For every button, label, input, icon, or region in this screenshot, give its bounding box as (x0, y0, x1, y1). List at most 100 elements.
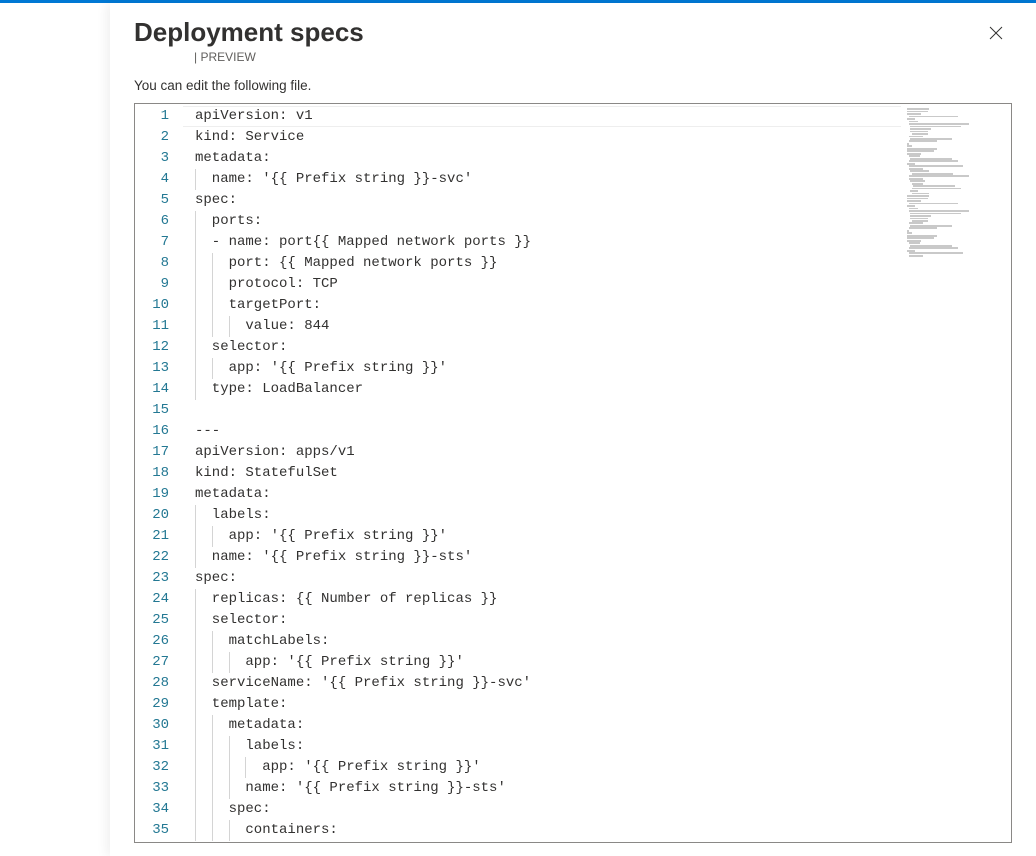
line-number: 9 (135, 274, 183, 295)
indent-guide (212, 778, 213, 799)
code-line[interactable]: port: {{ Mapped network ports }} (195, 253, 901, 274)
code-line[interactable]: protocol: TCP (195, 274, 901, 295)
code-line[interactable]: labels: (195, 505, 901, 526)
line-number: 22 (135, 547, 183, 568)
indent-guide (212, 652, 213, 673)
indent-guide (195, 820, 196, 841)
minimap-line (909, 140, 938, 142)
line-number: 3 (135, 148, 183, 169)
code-line[interactable]: app: '{{ Prefix string }}' (195, 358, 901, 379)
title-block: Deployment specs | PREVIEW (134, 17, 364, 64)
indent-guide (195, 337, 196, 358)
indent-guide (195, 652, 196, 673)
indent-guide (229, 316, 230, 337)
line-number: 2 (135, 127, 183, 148)
code-line[interactable]: type: LoadBalancer (195, 379, 901, 400)
code-line[interactable]: kind: Service (195, 127, 901, 148)
code-line[interactable]: kind: StatefulSet (195, 463, 901, 484)
code-line[interactable]: --- (195, 421, 901, 442)
code-line[interactable]: app: '{{ Prefix string }}' (195, 757, 901, 778)
code-line[interactable]: name: '{{ Prefix string }}-sts' (195, 547, 901, 568)
code-line[interactable]: app: '{{ Prefix string }}' (195, 526, 901, 547)
indent-guide (229, 778, 230, 799)
indent-guide (212, 295, 213, 316)
indent-guide (212, 799, 213, 820)
code-line[interactable]: metadata: (195, 484, 901, 505)
deployment-specs-panel: Deployment specs | PREVIEW You can edit … (110, 3, 1036, 856)
line-number: 36 (135, 841, 183, 843)
indent-guide (212, 274, 213, 295)
code-line[interactable]: apiVersion: v1 (195, 106, 901, 127)
code-line[interactable]: template: (195, 694, 901, 715)
code-line[interactable]: containers: (195, 820, 901, 841)
indent-guide (195, 169, 196, 190)
line-number: 27 (135, 652, 183, 673)
minimap-line (909, 255, 923, 257)
indent-guide (195, 274, 196, 295)
line-number: 15 (135, 400, 183, 421)
code-line[interactable]: matchLabels: (195, 631, 901, 652)
code-line[interactable]: ports: (195, 211, 901, 232)
code-line[interactable]: value: 844 (195, 316, 901, 337)
line-number-gutter: 1234567891011121314151617181920212223242… (135, 104, 183, 842)
line-number: 4 (135, 169, 183, 190)
code-line[interactable]: spec: (195, 568, 901, 589)
indent-guide (212, 757, 213, 778)
code-line[interactable]: selector: (195, 610, 901, 631)
panel-header: Deployment specs | PREVIEW (134, 17, 1012, 64)
close-button[interactable] (980, 17, 1012, 49)
indent-guide (195, 526, 196, 547)
minimap-line (909, 116, 959, 118)
indent-guide (195, 757, 196, 778)
indent-guide (212, 736, 213, 757)
code-line[interactable]: spec: (195, 799, 901, 820)
code-line[interactable]: replicas: {{ Number of replicas }} (195, 589, 901, 610)
code-line[interactable]: targetPort: (195, 295, 901, 316)
code-line[interactable]: serviceName: '{{ Prefix string }}-svc' (195, 673, 901, 694)
indent-guide (195, 610, 196, 631)
code-line[interactable]: - name: port{{ Mapped network ports }} (195, 232, 901, 253)
code-line[interactable]: apiVersion: apps/v1 (195, 442, 901, 463)
minimap-line (912, 188, 962, 190)
minimap-line (909, 227, 938, 229)
close-icon (989, 26, 1003, 40)
indent-guide (195, 358, 196, 379)
code-line[interactable]: app: '{{ Prefix string }}' (195, 652, 901, 673)
line-number: 29 (135, 694, 183, 715)
code-line[interactable]: selector: (195, 337, 901, 358)
minimap[interactable] (901, 104, 1011, 842)
indent-guide (212, 820, 213, 841)
code-line[interactable]: spec: (195, 190, 901, 211)
code-line[interactable]: labels: (195, 736, 901, 757)
code-line[interactable]: name: '{{ Prefix string }}-sts' (195, 778, 901, 799)
indent-guide (229, 820, 230, 841)
indent-guide (229, 757, 230, 778)
indent-guide (195, 547, 196, 568)
code-line[interactable]: metadata: (195, 715, 901, 736)
indent-guide (195, 253, 196, 274)
line-number: 16 (135, 421, 183, 442)
indent-guide (212, 253, 213, 274)
line-number: 34 (135, 799, 183, 820)
line-number: 30 (135, 715, 183, 736)
code-line[interactable]: name: '{{ Prefix string }}-svc' (195, 169, 901, 190)
line-number: 12 (135, 337, 183, 358)
indent-guide (212, 631, 213, 652)
line-number: 11 (135, 316, 183, 337)
indent-guide (195, 232, 196, 253)
indent-guide (245, 757, 246, 778)
code-content[interactable]: apiVersion: v1kind: Servicemetadata: nam… (195, 104, 901, 842)
code-line[interactable]: metadata: (195, 148, 901, 169)
indent-guide (212, 715, 213, 736)
line-number: 23 (135, 568, 183, 589)
code-editor[interactable]: 1234567891011121314151617181920212223242… (134, 103, 1012, 843)
line-number: 10 (135, 295, 183, 316)
line-number: 13 (135, 358, 183, 379)
line-number: 31 (135, 736, 183, 757)
indent-guide (195, 505, 196, 526)
indent-guide (195, 694, 196, 715)
minimap-line (909, 160, 959, 162)
code-line[interactable] (195, 400, 901, 421)
indent-guide (195, 316, 196, 337)
page-subtitle: | PREVIEW (194, 50, 364, 64)
